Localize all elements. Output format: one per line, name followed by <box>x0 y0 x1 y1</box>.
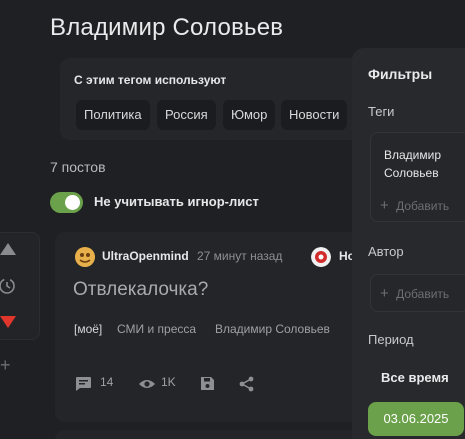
ignore-list-toggle[interactable] <box>50 192 83 213</box>
plus-icon: + <box>380 197 389 214</box>
related-tag[interactable]: Политика <box>76 100 150 130</box>
selected-tag-chip[interactable]: Владимир Соловьев <box>384 146 454 182</box>
post-tag[interactable]: Владимир Соловьев <box>215 322 330 336</box>
page-title: Владимир Соловьев <box>50 14 284 41</box>
related-tag[interactable]: Юмор <box>223 100 276 130</box>
related-tag[interactable]: Россия <box>157 100 216 130</box>
add-author-label: Добавить <box>396 287 450 301</box>
add-author-button[interactable]: + Добавить <box>380 285 449 302</box>
ignore-list-toggle-label[interactable]: Не учитывать игнор-лист <box>94 194 259 209</box>
downvote-icon[interactable] <box>0 316 16 328</box>
posts-count: 7 постов <box>50 159 106 175</box>
post-author[interactable]: UltraOpenmind <box>102 249 189 263</box>
add-tag-button[interactable]: + Добавить <box>380 197 449 214</box>
upvote-icon[interactable] <box>0 243 16 255</box>
period-filter-label: Период <box>368 332 414 347</box>
related-tags-caption: С этим тегом используют <box>74 73 227 87</box>
author-avatar[interactable] <box>75 247 95 267</box>
post-title[interactable]: Отвлекалочка? <box>73 279 208 301</box>
plus-icon: + <box>380 285 389 302</box>
period-date-button[interactable]: 03.06.2025 <box>368 402 464 436</box>
tags-filter-label: Теги <box>368 104 395 119</box>
author-filter-label: Автор <box>368 244 404 259</box>
comment-icon[interactable] <box>75 376 92 392</box>
next-post-card <box>55 430 365 439</box>
eye-icon <box>138 378 156 390</box>
save-icon[interactable] <box>200 376 215 391</box>
views-count: 1K <box>161 375 176 389</box>
add-tag-label: Добавить <box>396 199 450 213</box>
post-time: 27 минут назад <box>197 249 283 263</box>
toggle-knob <box>65 195 80 210</box>
plus-icon[interactable]: + <box>0 356 18 374</box>
comments-count[interactable]: 14 <box>100 375 113 389</box>
post-tag[interactable]: СМИ и пресса <box>117 322 196 336</box>
related-tag[interactable]: Новости <box>281 100 348 130</box>
period-all-time[interactable]: Все время <box>381 370 449 385</box>
filters-title: Фильтры <box>368 66 433 82</box>
share-icon[interactable] <box>239 376 254 392</box>
clock-icon[interactable] <box>0 277 16 295</box>
post-tag[interactable]: [моё] <box>74 322 102 336</box>
second-author-avatar[interactable] <box>311 247 331 267</box>
